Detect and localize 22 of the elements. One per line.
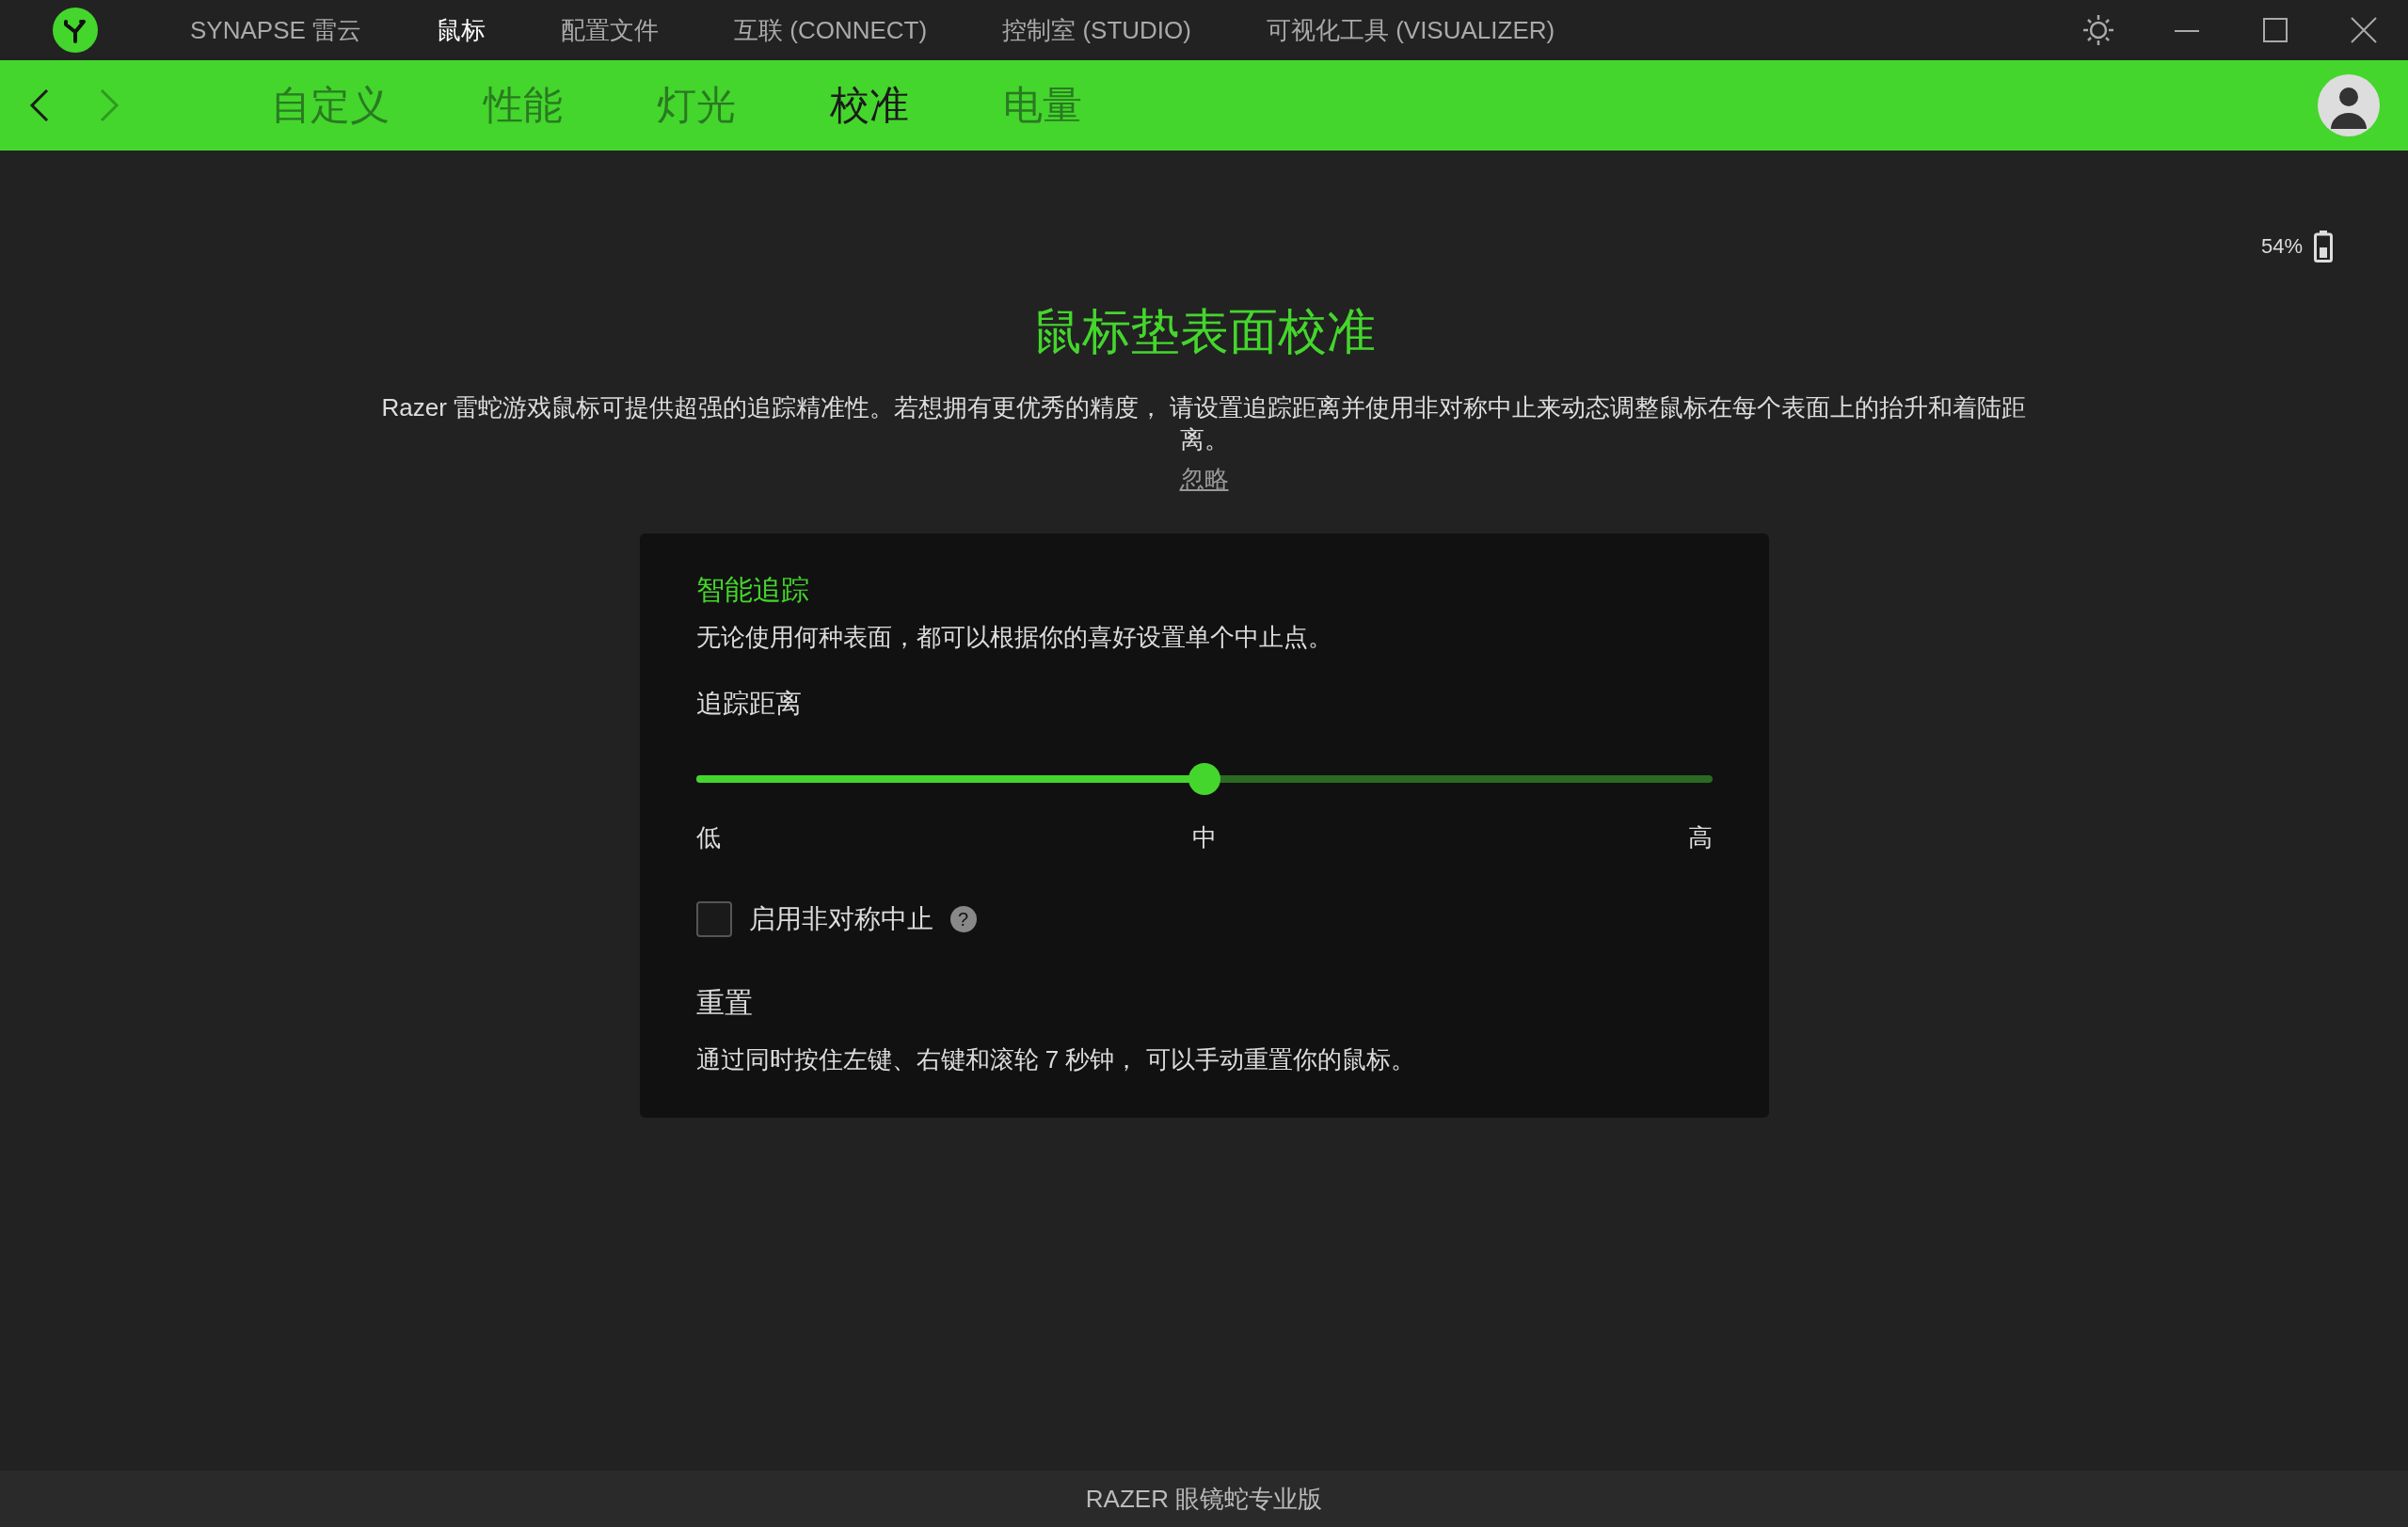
slider-tick-label: 中 xyxy=(1191,822,1217,853)
page-heading: 鼠标垫表面校准 xyxy=(1032,303,1376,360)
section-tab[interactable]: 校准 xyxy=(783,79,956,132)
menu-tab[interactable]: 可视化工具 (VISUALIZER) xyxy=(1228,13,1593,47)
menu-tab[interactable]: 互联 (CONNECT) xyxy=(696,13,965,47)
battery-reading: 54% xyxy=(2260,234,2303,259)
slider-tick-label: 低 xyxy=(695,822,721,853)
description-text: Razer 雷蛇游戏鼠标可提供超强的追踪精准性。若想拥有更优秀的精度， 请设置追踪距离并使用非对称中止来动态调整鼠标在每个表面上的抬升和着陆距离。 xyxy=(380,392,2028,455)
slider-label: 追踪距离 xyxy=(695,688,803,720)
section-title: 智能追踪 xyxy=(695,573,810,607)
menu-tab[interactable]: SYNAPSE 雷云 xyxy=(152,13,400,47)
menu-tab[interactable]: 鼠标 xyxy=(399,13,524,47)
reset-text: 通过同时按住左键、右键和滚轮 7 秒钟， 可以手动重置你的鼠标。 xyxy=(695,1044,1416,1075)
reset-title: 重置 xyxy=(695,986,754,1020)
dismiss-link[interactable]: 忽略 xyxy=(1179,463,1229,496)
section-subtitle: 无论使用何种表面，都可以根据你的喜好设置单个中止点。 xyxy=(695,622,1333,653)
slider-tick-label: 高 xyxy=(1687,822,1713,853)
checkbox-label: 启用非对称中止 xyxy=(748,903,933,935)
menu-tab[interactable]: 控制室 (STUDIO) xyxy=(965,13,1229,47)
device-name: RAZER 眼镜蛇专业版 xyxy=(1085,1483,1323,1515)
help-icon[interactable]: ? xyxy=(949,906,977,932)
menu-tab[interactable]: 配置文件 xyxy=(523,13,697,47)
